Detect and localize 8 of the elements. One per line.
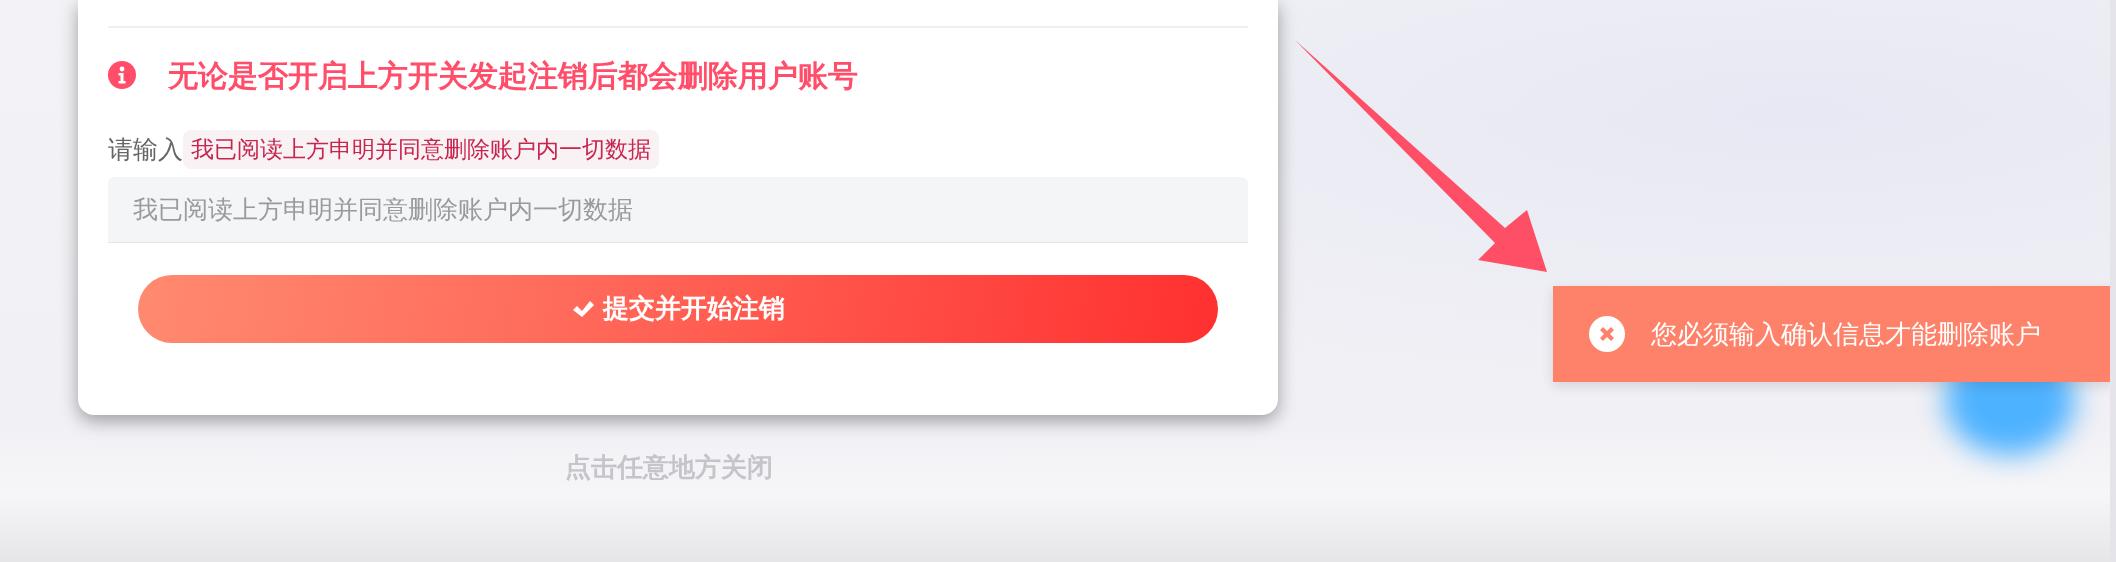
warning-text: 无论是否开启上方开关发起注销后都会删除用户账号 [168, 56, 858, 95]
confirmation-input[interactable]: 我已阅读上方申明并同意删除账户内一切数据 [108, 176, 1248, 243]
close-circle-icon [1589, 316, 1625, 352]
submit-button[interactable]: 提交并开始注销 [138, 274, 1218, 343]
toast-message: 您必须输入确认信息才能删除账户 [1651, 317, 2041, 351]
prompt-label: 请输入 [108, 133, 183, 166]
info-icon [108, 61, 136, 89]
confirmation-phrase: 我已阅读上方申明并同意删除账户内一切数据 [183, 130, 659, 169]
